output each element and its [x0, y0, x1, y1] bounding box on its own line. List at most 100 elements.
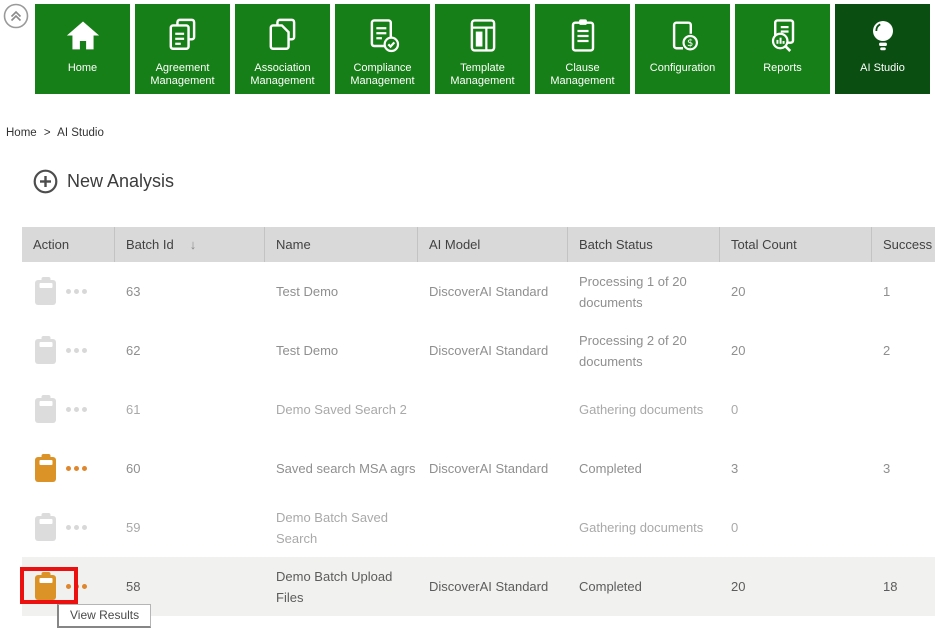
success-cell: 18 [872, 557, 935, 616]
success-cell: 3 [872, 439, 935, 498]
plus-circle-icon [33, 169, 58, 194]
column-header-batch-status[interactable]: Batch Status [568, 227, 720, 262]
chevron-double-up-icon [3, 3, 29, 29]
column-header-success[interactable]: Success [872, 227, 935, 262]
nav-tile-agreement-management[interactable]: Agreement Management [135, 4, 230, 94]
total-count-cell: 20 [720, 262, 872, 321]
template-icon [463, 16, 503, 56]
batch-id-cell: 61 [115, 380, 265, 439]
batch-id-cell: 63 [115, 262, 265, 321]
batch-id-cell: 60 [115, 439, 265, 498]
nav-tile-label: Compliance Management [337, 62, 429, 88]
agreement-icon [163, 16, 203, 56]
name-cell: Demo Batch Saved Search [265, 498, 418, 557]
more-actions-icon[interactable] [66, 466, 87, 471]
breadcrumb-current[interactable]: AI Studio [57, 127, 104, 139]
column-header-ai-model[interactable]: AI Model [418, 227, 568, 262]
ai-model-cell [418, 380, 568, 439]
breadcrumb-separator: > [44, 127, 51, 139]
column-header-name[interactable]: Name [265, 227, 418, 262]
total-count-cell: 20 [720, 557, 872, 616]
nav-tile-label: Reports [737, 62, 829, 75]
reports-icon [763, 16, 803, 56]
view-results-icon[interactable] [35, 398, 56, 423]
nav-tile-label: Clause Management [537, 62, 629, 88]
ai-model-cell: DiscoverAI Standard [418, 321, 568, 380]
total-count-cell: 0 [720, 380, 872, 439]
table-row: 60 Saved search MSA agrs DiscoverAI Stan… [22, 439, 935, 498]
view-results-icon[interactable] [35, 280, 56, 305]
success-cell: 1 [872, 262, 935, 321]
new-analysis-button[interactable]: New Analysis [33, 169, 174, 194]
breadcrumb-home[interactable]: Home [6, 127, 37, 139]
nav-tile-template-management[interactable]: Template Management [435, 4, 530, 94]
total-count-cell: 3 [720, 439, 872, 498]
success-cell [872, 380, 935, 439]
clause-icon [563, 16, 603, 56]
more-actions-icon[interactable] [66, 407, 87, 412]
home-icon [63, 16, 103, 56]
ai-model-cell: DiscoverAI Standard [418, 262, 568, 321]
name-cell: Test Demo [265, 321, 418, 380]
nav-tile-clause-management[interactable]: Clause Management [535, 4, 630, 94]
svg-text:$: $ [687, 38, 693, 49]
more-actions-icon[interactable] [66, 348, 87, 353]
table-row-selected: 58 Demo Batch Upload Files DiscoverAI St… [22, 557, 935, 616]
view-results-icon[interactable] [35, 516, 56, 541]
new-analysis-label: New Analysis [67, 171, 174, 192]
nav-tile-home[interactable]: Home [35, 4, 130, 94]
name-cell: Test Demo [265, 262, 418, 321]
more-actions-icon[interactable] [66, 525, 87, 530]
ai-studio-page: Home Agreement Management Association Ma… [0, 0, 935, 638]
more-actions-icon[interactable] [66, 584, 87, 589]
table-row: 59 Demo Batch Saved Search Gathering doc… [22, 498, 935, 557]
sort-desc-icon[interactable]: ↓ [190, 237, 197, 252]
ai-studio-icon [863, 16, 903, 56]
ai-model-cell [418, 498, 568, 557]
nav-tile-label: Configuration [637, 62, 729, 75]
more-actions-icon[interactable] [66, 289, 87, 294]
batch-status-cell: Processing 2 of 20 documents [568, 321, 720, 380]
ai-model-cell: DiscoverAI Standard [418, 557, 568, 616]
view-results-icon[interactable] [35, 339, 56, 364]
nav-tile-label: AI Studio [837, 62, 929, 75]
view-results-icon[interactable] [35, 457, 56, 482]
total-count-cell: 20 [720, 321, 872, 380]
batch-id-cell: 59 [115, 498, 265, 557]
nav-tile-label: Home [37, 62, 129, 75]
view-results-icon[interactable] [35, 575, 56, 600]
compliance-icon [363, 16, 403, 56]
batch-status-cell: Completed [568, 439, 720, 498]
table-row: 62 Test Demo DiscoverAI Standard Process… [22, 321, 935, 380]
nav-tile-configuration[interactable]: $ Configuration [635, 4, 730, 94]
success-cell [872, 498, 935, 557]
nav-tile-compliance-management[interactable]: Compliance Management [335, 4, 430, 94]
collapse-ribbon-button[interactable] [3, 3, 29, 29]
table-header-row: Action Batch Id ↓ Name AI Model Batch St… [22, 227, 935, 262]
column-header-batch-id[interactable]: Batch Id ↓ [115, 227, 265, 262]
batch-status-cell: Gathering documents [568, 498, 720, 557]
table-row: 61 Demo Saved Search 2 Gathering documen… [22, 380, 935, 439]
batch-status-cell: Processing 1 of 20 documents [568, 262, 720, 321]
batch-id-cell: 62 [115, 321, 265, 380]
name-cell: Demo Saved Search 2 [265, 380, 418, 439]
table-row: 63 Test Demo DiscoverAI Standard Process… [22, 262, 935, 321]
breadcrumb: Home > AI Studio [6, 127, 108, 139]
column-header-action[interactable]: Action [22, 227, 115, 262]
name-cell: Saved search MSA agrs [265, 439, 418, 498]
nav-tile-association-management[interactable]: Association Management [235, 4, 330, 94]
batch-status-cell: Completed [568, 557, 720, 616]
total-count-cell: 0 [720, 498, 872, 557]
column-header-total-count[interactable]: Total Count [720, 227, 872, 262]
nav-tile-reports[interactable]: Reports [735, 4, 830, 94]
ai-model-cell: DiscoverAI Standard [418, 439, 568, 498]
batches-table: Action Batch Id ↓ Name AI Model Batch St… [22, 227, 935, 616]
main-nav: Home Agreement Management Association Ma… [35, 4, 930, 94]
nav-tile-ai-studio[interactable]: AI Studio [835, 4, 930, 94]
success-cell: 2 [872, 321, 935, 380]
configuration-icon: $ [663, 16, 703, 56]
association-icon [263, 16, 303, 56]
nav-tile-label: Agreement Management [137, 62, 229, 88]
batch-status-cell: Gathering documents [568, 380, 720, 439]
name-cell: Demo Batch Upload Files [265, 557, 418, 616]
